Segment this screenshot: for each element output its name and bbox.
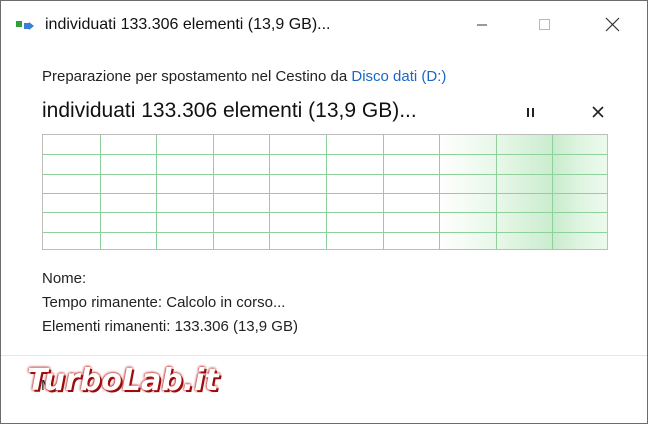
items-remaining-row: Elementi rimanenti: 133.306 (13,9 GB) [42,315,298,339]
close-icon [592,106,604,118]
operation-status: individuati 133.306 elementi (13,9 GB)..… [42,99,417,122]
items-remaining-label: Elementi rimanenti: [42,318,171,335]
delete-progress-window: individuati 133.306 elementi (13,9 GB)..… [0,0,648,424]
source-drive-link[interactable]: Disco dati (D:) [351,68,446,85]
operation-description: Preparazione per spostamento nel Cestino… [42,68,446,85]
title-bar: individuati 133.306 elementi (13,9 GB)..… [1,1,647,49]
operation-prefix: Preparazione per spostamento nel Cestino… [42,68,352,85]
items-remaining-value: 133.306 (13,9 GB) [174,318,298,335]
footer-divider [1,355,647,356]
transfer-speed-graph [42,134,608,250]
name-row: Nome: [42,267,298,291]
details-panel: Nome: Tempo rimanente: Calcolo in corso.… [42,267,298,339]
name-label: Nome: [42,270,87,287]
move-to-recycle-icon [15,18,35,32]
watermark-logo: TurboLab.it [27,363,219,398]
graph-grid [43,135,607,249]
cancel-button[interactable] [589,103,607,121]
window-title: individuati 133.306 elementi (13,9 GB)..… [45,16,331,33]
time-remaining-label: Tempo rimanente: [42,294,163,311]
pause-button[interactable] [521,103,541,121]
time-remaining-value: Calcolo in corso... [166,294,286,311]
minimize-button[interactable] [459,9,505,41]
maximize-button[interactable] [521,9,567,41]
close-window-button[interactable] [589,9,635,41]
time-remaining-row: Tempo rimanente: Calcolo in corso... [42,291,298,315]
pause-icon [527,108,534,117]
